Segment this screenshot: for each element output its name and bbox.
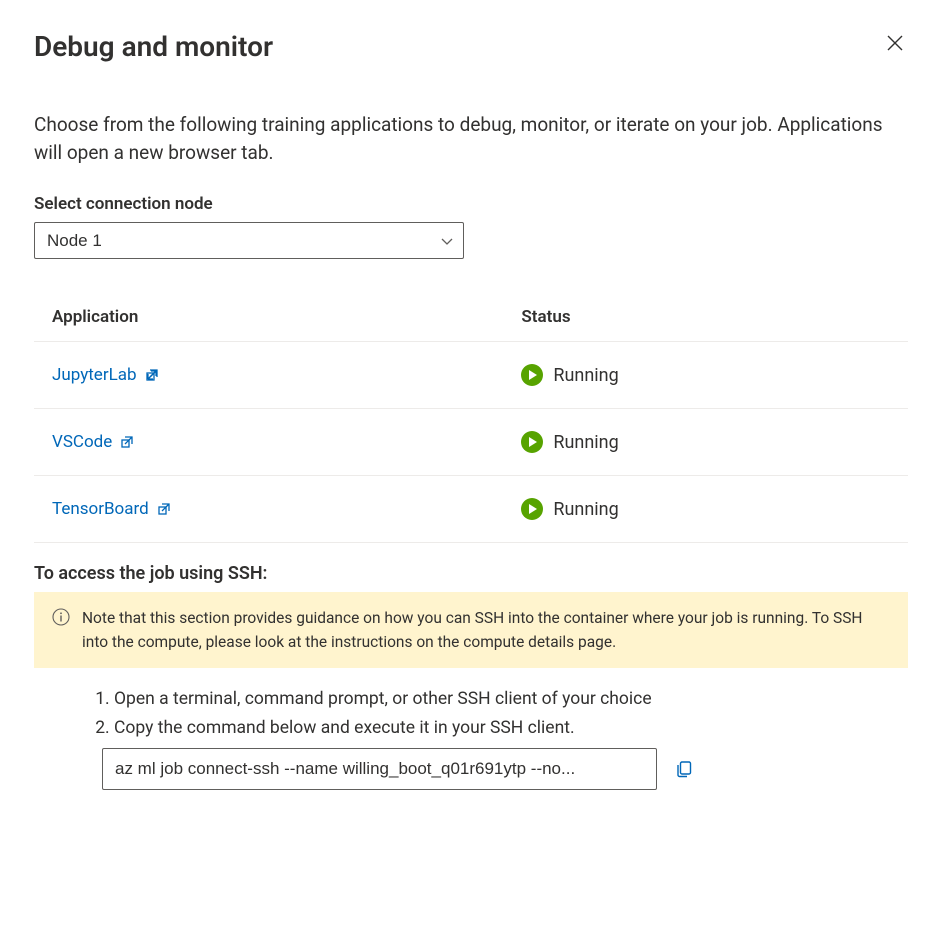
ssh-heading: To access the job using SSH: — [34, 563, 908, 584]
open-external-icon — [157, 502, 171, 516]
status-text: Running — [553, 432, 618, 453]
close-button[interactable] — [882, 30, 908, 56]
table-row: TensorBoard Running — [34, 476, 908, 543]
ssh-info-bar: Note that this section provides guidance… — [34, 592, 908, 668]
app-link-label: TensorBoard — [52, 499, 149, 519]
ssh-steps-list: Open a terminal, command prompt, or othe… — [114, 686, 908, 742]
ssh-command-input[interactable] — [102, 748, 657, 790]
col-header-status: Status — [503, 293, 908, 342]
status-text: Running — [553, 499, 618, 520]
close-icon — [886, 34, 904, 52]
col-header-application: Application — [34, 293, 503, 342]
applications-table: Application Status JupyterLab Running — [34, 293, 908, 543]
running-icon — [521, 498, 543, 520]
running-icon — [521, 431, 543, 453]
connection-node-select[interactable]: Node 1 — [34, 222, 464, 259]
connection-node-label: Select connection node — [34, 194, 908, 214]
ssh-note-text: Note that this section provides guidance… — [82, 606, 890, 654]
copy-button[interactable] — [669, 754, 699, 784]
open-external-icon — [145, 368, 159, 382]
panel-title: Debug and monitor — [34, 30, 273, 63]
list-item: Copy the command below and execute it in… — [114, 715, 908, 742]
running-icon — [521, 364, 543, 386]
app-link-vscode[interactable]: VSCode — [52, 432, 134, 452]
app-link-label: JupyterLab — [52, 365, 137, 385]
copy-icon — [675, 760, 693, 778]
app-link-label: VSCode — [52, 432, 112, 452]
open-external-icon — [120, 435, 134, 449]
status-text: Running — [553, 365, 618, 386]
table-row: JupyterLab Running — [34, 342, 908, 409]
app-link-tensorboard[interactable]: TensorBoard — [52, 499, 171, 519]
description-text: Choose from the following training appli… — [34, 111, 908, 166]
table-row: VSCode Running — [34, 409, 908, 476]
list-item: Open a terminal, command prompt, or othe… — [114, 686, 908, 713]
info-icon — [52, 608, 70, 654]
app-link-jupyterlab[interactable]: JupyterLab — [52, 365, 159, 385]
